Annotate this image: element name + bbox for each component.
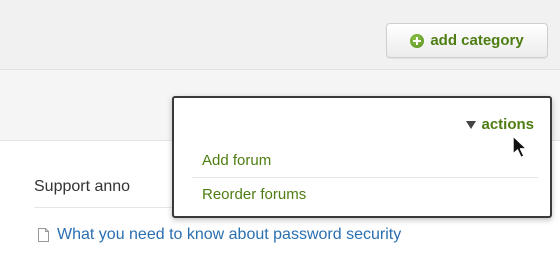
menu-divider	[192, 177, 538, 178]
actions-label: actions	[481, 116, 534, 133]
actions-dropdown: actions Add forum Reorder forums	[172, 96, 552, 218]
add-category-button[interactable]: add category	[386, 23, 548, 58]
section-title: Support anno	[34, 178, 131, 195]
mouse-pointer-icon	[512, 135, 528, 159]
actions-toggle[interactable]: actions	[466, 116, 534, 133]
document-icon	[38, 228, 49, 242]
add-category-label: add category	[430, 32, 524, 49]
plus-circle-icon	[410, 33, 425, 48]
topic-link[interactable]: What you need to know about password sec…	[38, 226, 401, 244]
triangle-down-icon	[466, 120, 477, 129]
menu-item-reorder-forums[interactable]: Reorder forums	[202, 186, 306, 203]
top-toolbar: add category	[0, 0, 560, 70]
menu-item-add-forum[interactable]: Add forum	[202, 152, 271, 169]
topic-link-label: What you need to know about password sec…	[57, 226, 402, 243]
